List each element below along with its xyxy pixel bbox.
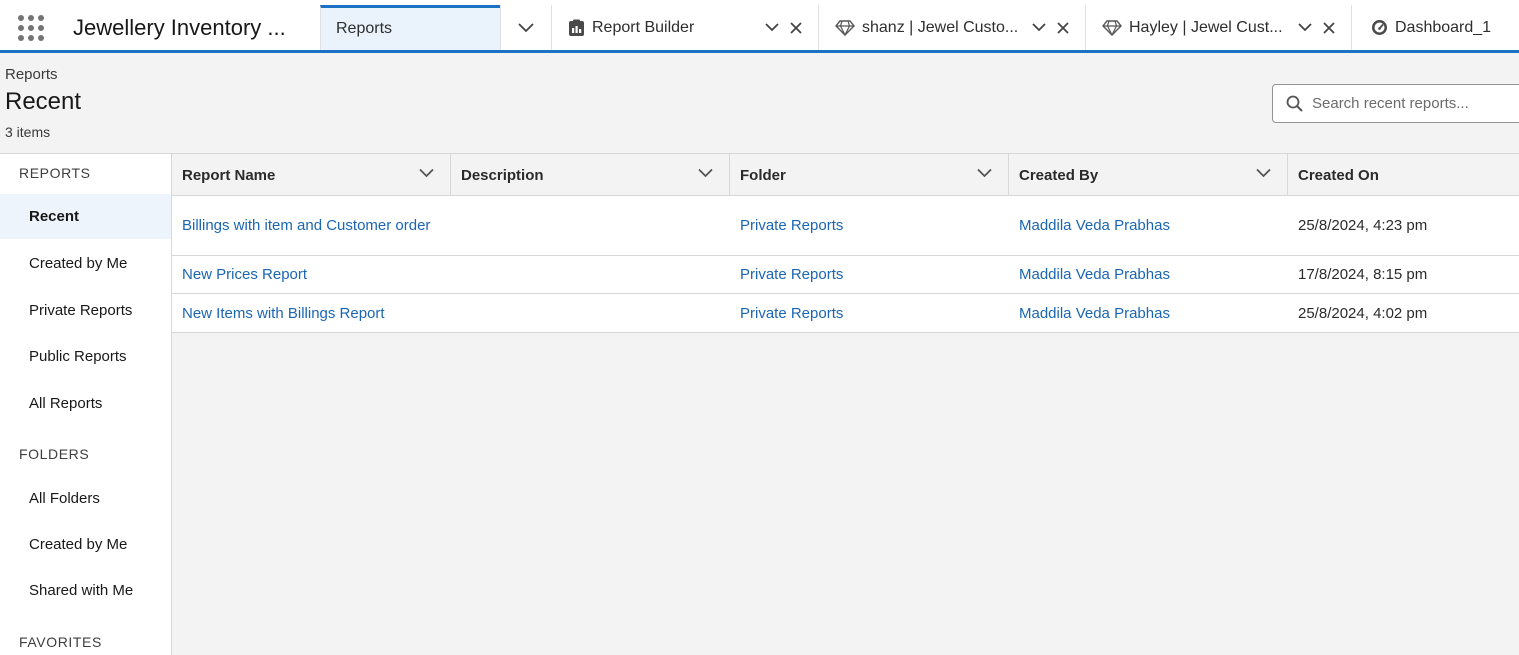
chevron-down-icon[interactable] (1256, 168, 1271, 178)
item-count: 3 items (5, 124, 51, 140)
table-row: New Prices Report Private Reports Maddil… (172, 256, 1519, 294)
tab-label: Report Builder (592, 18, 695, 36)
breadcrumb: Reports (5, 66, 58, 83)
table-row: New Items with Billings Report Private R… (172, 294, 1519, 333)
tab-label: Reports (336, 20, 393, 37)
app-name: Jewellery Inventory ... (73, 14, 286, 40)
chevron-down-icon[interactable] (419, 168, 434, 178)
tab-actions (760, 16, 808, 40)
tab-shanz[interactable]: shanz | Jewel Custo... (818, 5, 1085, 50)
created-on: 17/8/2024, 8:15 pm (1298, 266, 1428, 283)
chevron-down-icon (518, 22, 534, 32)
sidebar-section-favorites: FAVORITES (19, 634, 102, 650)
report-description (451, 196, 721, 255)
tab-menu-button[interactable] (760, 16, 784, 40)
search-input[interactable] (1312, 95, 1512, 112)
close-icon (1323, 21, 1335, 34)
sidebar-section-reports: REPORTS (19, 165, 91, 181)
report-name-link[interactable]: New Items with Billings Report (172, 294, 442, 332)
table-header: Report Name Description Folder Created B… (172, 154, 1519, 196)
column-header-created-on[interactable]: Created On (1288, 154, 1519, 196)
report-builder-icon (568, 19, 585, 37)
created-by-link[interactable]: Maddila Veda Prabhas (1009, 294, 1279, 332)
sidebar-item-shared-with-me[interactable]: Shared with Me (0, 568, 171, 613)
column-header-folder[interactable]: Folder (730, 154, 1009, 196)
chevron-down-icon (1298, 23, 1312, 32)
column-label: Folder (740, 166, 786, 184)
tab-reports-menu-button[interactable] (500, 5, 551, 50)
column-label: Description (461, 166, 544, 184)
close-icon (790, 21, 802, 34)
column-label: Created By (1019, 166, 1099, 184)
tab-hayley[interactable]: Hayley | Jewel Cust... (1085, 5, 1351, 50)
close-tab-button[interactable] (784, 16, 808, 40)
column-header-report-name[interactable]: Report Name (172, 154, 451, 196)
diamond-icon (1102, 19, 1122, 36)
tab-menu-button[interactable] (1293, 16, 1317, 40)
tab-label: shanz | Jewel Custo... (862, 18, 1019, 36)
report-description (451, 294, 721, 332)
folder-link[interactable]: Private Reports (730, 196, 1000, 255)
tab-actions (1027, 16, 1075, 40)
tab-report-builder[interactable]: Report Builder (551, 5, 818, 50)
tab-menu-button[interactable] (1027, 16, 1051, 40)
chevron-down-icon[interactable] (977, 168, 992, 178)
search-box[interactable] (1272, 84, 1519, 123)
folder-link[interactable]: Private Reports (730, 294, 1000, 332)
sidebar-item-private-reports[interactable]: Private Reports (0, 288, 171, 333)
column-label: Created On (1298, 166, 1379, 184)
app-launcher-icon (18, 14, 44, 41)
report-name-link[interactable]: New Prices Report (172, 256, 442, 293)
sidebar: REPORTS Recent Created by Me Private Rep… (0, 154, 172, 655)
tab-reports[interactable]: Reports (320, 5, 500, 50)
chevron-down-icon[interactable] (698, 168, 713, 178)
column-header-description[interactable]: Description (451, 154, 730, 196)
column-label: Report Name (182, 166, 276, 184)
app-launcher-button[interactable] (0, 5, 62, 50)
sidebar-item-recent[interactable]: Recent (0, 194, 171, 239)
tab-actions (1293, 16, 1341, 40)
tab-dashboard[interactable]: Dashboard_1 (1351, 5, 1519, 50)
column-header-created-by[interactable]: Created By (1009, 154, 1288, 196)
diamond-icon (835, 19, 855, 36)
close-icon (1057, 21, 1069, 34)
close-tab-button[interactable] (1051, 16, 1075, 40)
sidebar-item-created-by-me[interactable]: Created by Me (0, 241, 171, 286)
sidebar-item-folders-created-by-me[interactable]: Created by Me (0, 522, 171, 567)
sidebar-section-folders: FOLDERS (19, 446, 90, 462)
tab-label: Dashboard_1 (1395, 18, 1492, 36)
created-by-link[interactable]: Maddila Veda Prabhas (1009, 196, 1279, 255)
sidebar-item-all-reports[interactable]: All Reports (0, 381, 171, 426)
tab-label: Hayley | Jewel Cust... (1129, 18, 1283, 36)
sidebar-item-public-reports[interactable]: Public Reports (0, 334, 171, 379)
dashboard-gauge-icon (1371, 19, 1388, 36)
search-icon (1286, 95, 1303, 112)
chevron-down-icon (765, 23, 779, 32)
created-on: 25/8/2024, 4:02 pm (1298, 304, 1428, 322)
reports-table: Report Name Description Folder Created B… (172, 154, 1519, 655)
report-description (451, 256, 721, 293)
page-title: Recent (5, 88, 82, 115)
table-row: Billings with item and Customer order Pr… (172, 196, 1519, 256)
global-navigation: Jewellery Inventory ... Reports Report B… (0, 5, 1519, 53)
created-by-link[interactable]: Maddila Veda Prabhas (1009, 256, 1279, 293)
created-on: 25/8/2024, 4:23 pm (1298, 217, 1428, 234)
close-tab-button[interactable] (1317, 16, 1341, 40)
report-name-link[interactable]: Billings with item and Customer order (172, 196, 442, 255)
sidebar-item-all-folders[interactable]: All Folders (0, 476, 171, 521)
chevron-down-icon (1032, 23, 1046, 32)
folder-link[interactable]: Private Reports (730, 256, 1000, 293)
